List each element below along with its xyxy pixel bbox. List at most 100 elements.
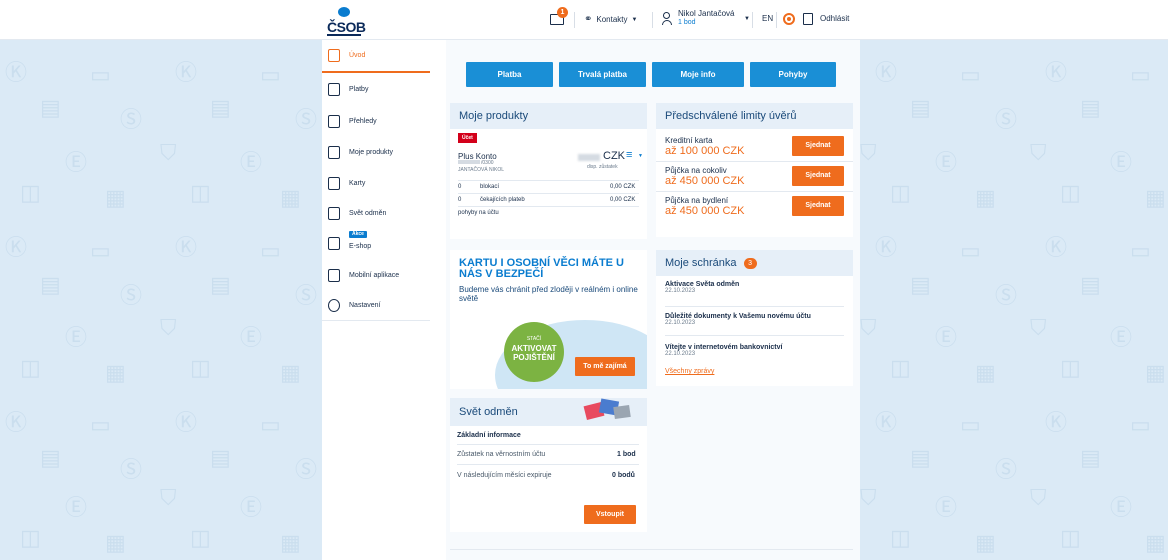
sidebar-item-moje-produkty[interactable]: Moje produkty [322, 137, 430, 167]
calculator-icon: ▦ [280, 530, 301, 555]
header-divider [574, 12, 575, 28]
coin-icon: Ⓔ [240, 495, 263, 520]
banknote-icon: ▭ [260, 62, 281, 87]
limit-amount: až 100 000 CZK [665, 145, 745, 157]
divider [457, 464, 639, 465]
footer-divider [450, 549, 853, 550]
rewards-card: Svět odměn Základní informace Zůstatek n… [450, 398, 647, 532]
sidebar-item-label: Mobilní aplikace [349, 271, 400, 279]
enter-button[interactable]: Vstoupit [584, 505, 636, 524]
chevron-down-icon[interactable]: ▼ [744, 16, 750, 22]
calculator-icon: ▦ [1145, 530, 1166, 555]
message-date: 22.10.2023 [665, 351, 696, 357]
arrange-button[interactable]: Sjednat [792, 166, 844, 186]
message-date: 22.10.2023 [665, 320, 696, 326]
wallet-icon: ◫ [20, 355, 41, 380]
coin-icon: Ⓔ [1110, 495, 1133, 520]
inbox-message[interactable]: Vítejte v internetovém bankovnictví 22.1… [665, 344, 782, 357]
sidebar-item-svet-odmen[interactable]: Svět odměn [322, 198, 430, 228]
sidebar-item-prehledy[interactable]: Přehledy [322, 106, 430, 136]
promo-circle: STAČÍ AKTIVOVAT POJIŠTĚNÍ [504, 322, 564, 382]
message-subject: Vítejte v internetovém bankovnictví [665, 344, 783, 351]
banknote-icon: ▭ [90, 412, 111, 437]
sidebar-item-karty[interactable]: Karty [322, 168, 430, 198]
card-icon: ▤ [210, 272, 231, 297]
message-date: 22.10.2023 [665, 288, 696, 294]
contacts-menu[interactable]: ⚭ Kontakty ▼ [584, 14, 637, 25]
divider [458, 180, 639, 181]
menu-icon[interactable]: ≡ [626, 149, 632, 161]
logout-link[interactable]: Odhlásit [820, 14, 849, 23]
promo-circle-small: STAČÍ [526, 336, 542, 342]
sidebar-item-uvod[interactable]: Úvod [322, 40, 430, 70]
pending-label[interactable]: čekajících plateb [480, 197, 525, 203]
payment-button[interactable]: Platba [466, 62, 553, 87]
expiring-value: 0 bodů [612, 472, 635, 479]
coin-icon: Ⓔ [1110, 150, 1133, 175]
card-icon: ▤ [910, 445, 931, 470]
movements-link[interactable]: pohyby na účtu [458, 210, 499, 216]
mail-icon[interactable]: 1 [550, 7, 568, 25]
sidebar-item-nastaveni[interactable]: Nastavení [322, 290, 430, 320]
chevron-down-icon[interactable]: ▼ [638, 153, 643, 159]
coin-icon: Ⓚ [875, 60, 898, 85]
sidebar-item-eshop[interactable]: Akce E-shop [322, 228, 430, 258]
inbox-message[interactable]: Důležité dokumenty k Vašemu novému účtu … [665, 313, 811, 326]
coin-icon: Ⓚ [1045, 60, 1068, 85]
shield-icon: ⛉ [860, 485, 877, 510]
limit-amount: až 450 000 CZK [665, 205, 745, 217]
arrange-button[interactable]: Sjednat [792, 196, 844, 216]
coin-icon: Ⓔ [935, 150, 958, 175]
coin-icon: Ⓔ [935, 325, 958, 350]
interest-button[interactable]: To mě zajímá [575, 357, 635, 376]
credit-limits-card: Předschválené limity úvěrů Kreditní kart… [656, 103, 853, 237]
gift-icon [328, 206, 340, 220]
insurance-promo-banner[interactable]: KARTU I OSOBNÍ VĚCI MÁTE U NÁS V BEZPEČÍ… [450, 250, 647, 389]
wallet-icon: ◫ [1060, 355, 1081, 380]
blocks-label[interactable]: blokací [480, 184, 499, 190]
arrange-button[interactable]: Sjednat [792, 136, 844, 156]
account-badge: Účet [458, 133, 477, 143]
account-number: /0300 [458, 160, 494, 166]
sidebar-item-mobilni-aplikace[interactable]: Mobilní aplikace [322, 260, 430, 290]
standing-order-button[interactable]: Trvalá platba [559, 62, 646, 87]
banknote-icon: ▭ [260, 238, 281, 263]
card-icon: ▤ [910, 272, 931, 297]
language-switch[interactable]: EN [762, 14, 773, 23]
pending-count: 0 [458, 197, 462, 203]
card-icon: ▤ [40, 272, 61, 297]
my-info-button[interactable]: Moje info [652, 62, 744, 87]
loyalty-balance-value: 1 bod [617, 451, 636, 458]
inbox-header[interactable]: Moje schránka 3 [656, 250, 853, 276]
banknote-icon: ▭ [960, 238, 981, 263]
sidebar-item-platby[interactable]: Platby [322, 74, 430, 104]
card-icon: ▤ [40, 95, 61, 120]
banknote-icon: ▭ [1130, 62, 1151, 87]
message-subject: Důležité dokumenty k Vašemu novému účtu [665, 313, 811, 320]
wallet-icon: ◫ [190, 525, 211, 550]
coin-icon: Ⓚ [1045, 235, 1068, 260]
expiring-label: V následujícím měsíci expiruje [457, 472, 552, 479]
record-icon[interactable] [783, 13, 795, 25]
calculator-icon: ▦ [105, 185, 126, 210]
products-icon [328, 145, 340, 159]
user-name[interactable]: Nikol Jantačová [678, 9, 734, 18]
sidebar: Úvod Platby Přehledy Moje produkty Karty… [322, 40, 446, 560]
banknote-icon: ▭ [960, 412, 981, 437]
csob-logo[interactable]: ČSOB [327, 7, 366, 37]
movements-button[interactable]: Pohyby [750, 62, 836, 87]
inbox-message[interactable]: Aktivace Světa odměn 22.10.2023 [665, 281, 739, 294]
coin-icon: Ⓚ [5, 235, 28, 260]
all-messages-link[interactable]: Všechny zprávy [665, 368, 714, 375]
inbox-card: Moje schránka 3 Aktivace Světa odměn 22.… [656, 250, 853, 386]
header-divider [652, 12, 653, 28]
limit-name: Kreditní karta [665, 136, 713, 145]
wallet-icon: ◫ [190, 180, 211, 205]
header-divider [776, 12, 777, 28]
coin-icon: Ⓢ [295, 457, 318, 482]
handshake-icon: ⚭ [584, 14, 593, 25]
sidebar-item-label: Karty [349, 179, 366, 187]
logout-icon[interactable] [803, 13, 813, 25]
sidebar-item-label: Úvod [349, 51, 366, 59]
coin-icon: Ⓢ [120, 107, 143, 132]
